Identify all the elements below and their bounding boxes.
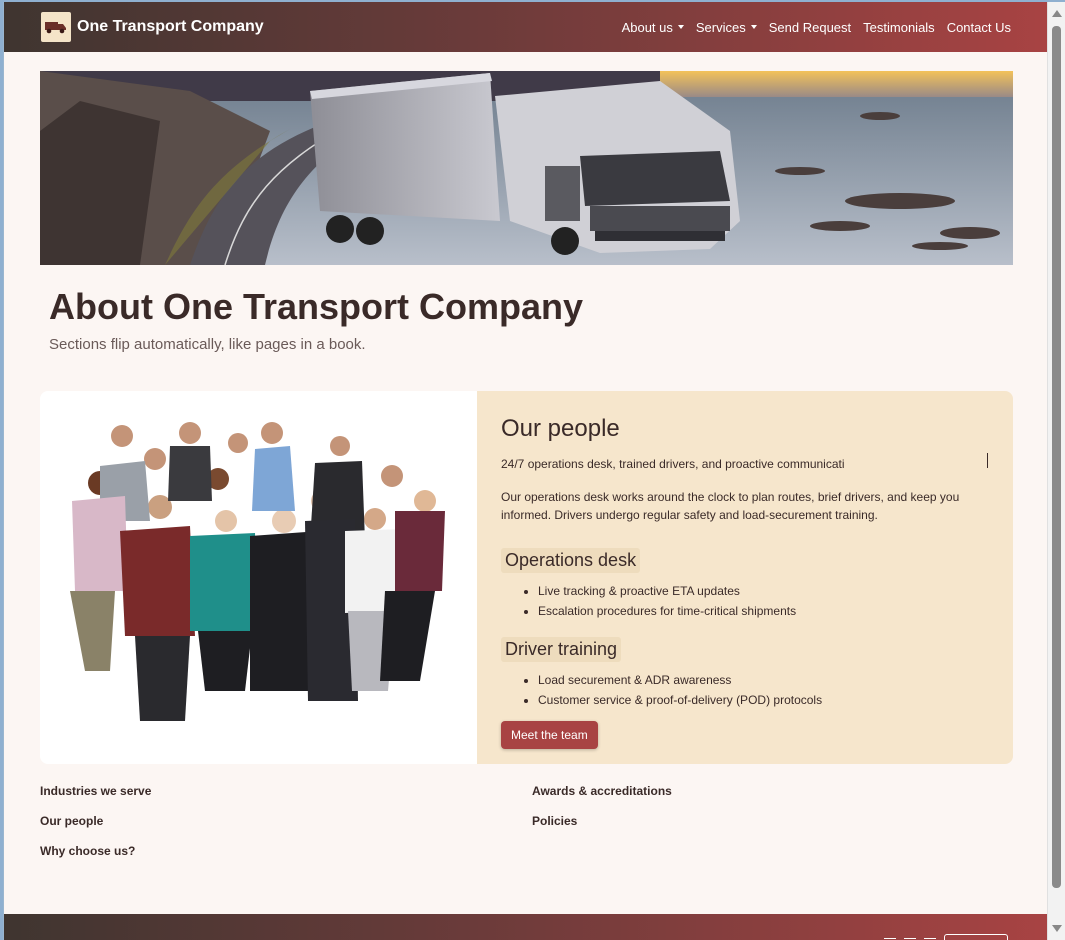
brand[interactable]: One Transport Company [41, 12, 264, 42]
section-heading-driver-training: Driver training [501, 637, 622, 662]
card-content: Our people 24/7 operations desk, trained… [477, 391, 1013, 764]
list-item: Live tracking & proactive ETA updates [538, 581, 989, 601]
link-why-choose-us[interactable]: Why choose us? [40, 844, 532, 858]
link-policies[interactable]: Policies [532, 814, 1024, 828]
operations-list: Live tracking & proactive ETA updates Es… [538, 581, 989, 621]
nav-contact-us-label: Contact Us [946, 19, 1011, 35]
footer [4, 914, 1047, 940]
link-awards-accreditations[interactable]: Awards & accreditations [532, 784, 1024, 798]
scroll-up-arrow-icon[interactable] [1052, 10, 1062, 17]
nav-testimonials[interactable]: Testimonials [863, 20, 935, 35]
nav-send-request[interactable]: Send Request [769, 20, 851, 35]
hero-image [40, 71, 1013, 265]
nav-contact-us[interactable]: Contact Us [947, 20, 1011, 35]
navbar: One Transport Company About us Services … [4, 2, 1047, 52]
scrollbar-thumb[interactable] [1052, 26, 1061, 888]
card-tagline: 24/7 operations desk, trained drivers, a… [501, 457, 845, 471]
nav-send-request-label: Send Request [768, 19, 852, 35]
section-heading-operations: Operations desk [501, 548, 641, 573]
vertical-scrollbar[interactable] [1047, 2, 1065, 940]
page-title: About One Transport Company [49, 286, 584, 327]
scroll-down-arrow-icon[interactable] [1052, 925, 1062, 932]
main-nav: About us Services Send Request Testimoni… [622, 20, 1011, 35]
link-industries-we-serve[interactable]: Industries we serve [40, 784, 532, 798]
list-item: Customer service & proof-of-delivery (PO… [538, 690, 989, 710]
truck-icon [41, 12, 71, 42]
meet-the-team-button[interactable]: Meet the team [501, 721, 598, 749]
footer-button[interactable] [944, 934, 1008, 940]
nav-testimonials-label: Testimonials [863, 19, 935, 35]
about-card: Our people 24/7 operations desk, trained… [40, 391, 1013, 764]
card-description: Our operations desk works around the clo… [501, 490, 960, 522]
caret-down-icon [677, 25, 684, 29]
list-item: Load securement & ADR awareness [538, 670, 989, 690]
section-links: Industries we serve Awards & accreditati… [40, 784, 1024, 858]
caret-down-icon [750, 25, 757, 29]
nav-about-us-label: About us [621, 19, 673, 35]
brand-name: One Transport Company [77, 18, 264, 35]
page-subtitle: Sections flip automatically, like pages … [49, 336, 366, 353]
card-title: Our people [501, 415, 620, 442]
browser-window: One Transport Company About us Services … [3, 2, 1047, 940]
typing-cursor [987, 453, 988, 468]
link-our-people[interactable]: Our people [40, 814, 532, 828]
list-item: Escalation procedures for time-critical … [538, 601, 989, 621]
nav-services[interactable]: Services [696, 20, 757, 35]
driver-training-list: Load securement & ADR awareness Customer… [538, 670, 989, 710]
card-image [40, 391, 477, 764]
nav-services-label: Services [695, 19, 746, 35]
nav-about-us[interactable]: About us [622, 20, 684, 35]
